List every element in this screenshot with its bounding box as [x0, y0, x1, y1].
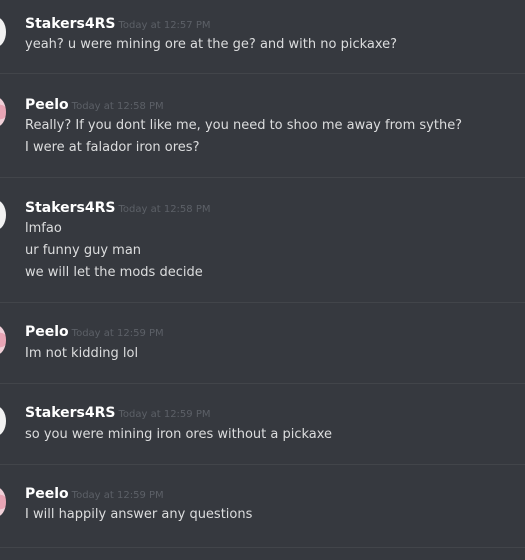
message-text: yeah? u were mining ore at the ge? and w… — [25, 37, 398, 52]
message-divider — [0, 464, 525, 465]
message-header: Stakers4RS Today at 12:57 PM — [25, 13, 210, 32]
timestamp: Today at 12:59 PM — [118, 409, 211, 420]
message-divider — [0, 547, 525, 548]
timestamp: Today at 12:58 PM — [71, 101, 164, 112]
avatar[interactable] — [0, 325, 6, 355]
username[interactable]: Peelo — [25, 486, 69, 502]
avatar[interactable] — [0, 17, 6, 47]
avatar[interactable] — [0, 487, 6, 517]
username[interactable]: Stakers4RS — [25, 16, 116, 32]
message-text: lmfao — [25, 221, 62, 236]
message-divider — [0, 73, 525, 74]
message-header: Peelo Today at 12:59 PM — [25, 321, 164, 340]
message-header: Peelo Today at 12:58 PM — [25, 94, 164, 113]
message-text: ur funny guy man — [25, 243, 142, 258]
message-text: so you were mining iron ores without a p… — [25, 427, 333, 442]
message-text: Really? If you dont like me, you need to… — [25, 118, 463, 133]
timestamp: Today at 12:57 PM — [118, 20, 211, 31]
message-header: Stakers4RS Today at 12:59 PM — [25, 402, 210, 421]
chat-messages: Stakers4RS Today at 12:57 PM yeah? u were… — [0, 0, 525, 560]
username[interactable]: Stakers4RS — [25, 405, 116, 421]
message-text: we will let the mods decide — [25, 265, 203, 280]
username[interactable]: Peelo — [25, 97, 69, 113]
message-text: Im not kidding lol — [25, 346, 139, 361]
message-divider — [0, 177, 525, 178]
username[interactable]: Stakers4RS — [25, 200, 116, 216]
username[interactable]: Peelo — [25, 324, 69, 340]
timestamp: Today at 12:58 PM — [118, 204, 211, 215]
timestamp: Today at 12:59 PM — [71, 490, 164, 501]
message-divider — [0, 383, 525, 384]
avatar[interactable] — [0, 406, 6, 436]
timestamp: Today at 12:59 PM — [71, 328, 164, 339]
message-header: Stakers4RS Today at 12:58 PM — [25, 197, 210, 216]
avatar[interactable] — [0, 97, 6, 127]
message-text: I were at falador iron ores? — [25, 140, 200, 155]
message-text: I will happily answer any questions — [25, 507, 253, 522]
avatar[interactable] — [0, 200, 6, 230]
message-divider — [0, 302, 525, 303]
message-header: Peelo Today at 12:59 PM — [25, 483, 164, 502]
